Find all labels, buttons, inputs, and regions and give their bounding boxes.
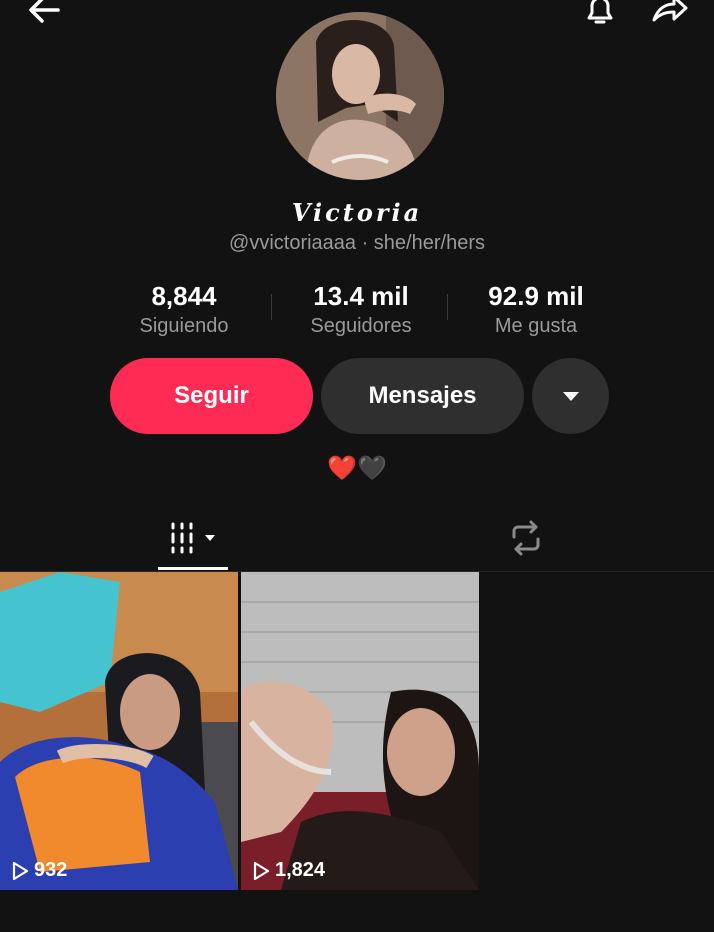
follow-button[interactable]: Seguir (110, 358, 313, 434)
profile-stats: 8,844 Siguiendo 13.4 mil Seguidores 92.9… (0, 280, 714, 340)
username-pronouns: @vvictoriaaaa · she/her/hers (229, 232, 485, 254)
stat-followers-value: 13.4 mil (313, 281, 409, 311)
stat-likes-value: 92.9 mil (488, 281, 584, 311)
video-thumbnail[interactable]: 1,824 (241, 572, 479, 890)
video-thumbnail[interactable]: 932 (0, 572, 238, 890)
video-thumbnail-image (0, 572, 238, 890)
back-arrow-icon[interactable] (22, 0, 66, 32)
avatar[interactable] (276, 12, 444, 180)
play-icon (12, 861, 29, 880)
video-thumbnail-image (241, 572, 479, 890)
tab-videos[interactable] (16, 505, 373, 571)
display-name: Victoria (291, 198, 423, 227)
stat-following-value: 8,844 (151, 281, 217, 311)
view-count: 932 (10, 859, 67, 882)
repost-icon (512, 520, 539, 556)
share-icon[interactable] (648, 0, 692, 32)
bell-icon[interactable] (578, 0, 622, 32)
play-icon (253, 861, 270, 880)
view-count: 1,824 (251, 859, 325, 882)
more-options-button[interactable] (532, 358, 609, 434)
stat-likes-label: Me gusta (494, 315, 578, 337)
caret-down-icon (562, 392, 579, 401)
tab-reposts[interactable] (347, 505, 704, 571)
stat-likes[interactable]: 92.9 mil Me gusta (446, 280, 626, 340)
videos-grid-icon (171, 522, 215, 554)
stat-following-label: Siguiendo (139, 315, 229, 337)
stat-followers-label: Seguidores (310, 315, 412, 337)
stat-followers[interactable]: 13.4 mil Seguidores (271, 280, 451, 340)
view-count-value: 1,824 (275, 859, 326, 881)
stat-following[interactable]: 8,844 Siguiendo (94, 280, 274, 340)
view-count-value: 932 (34, 859, 68, 881)
bio: ❤️🖤 (327, 455, 387, 482)
profile-tabs (0, 505, 714, 572)
active-tab-indicator (158, 567, 228, 570)
messages-button[interactable]: Mensajes (321, 358, 524, 434)
